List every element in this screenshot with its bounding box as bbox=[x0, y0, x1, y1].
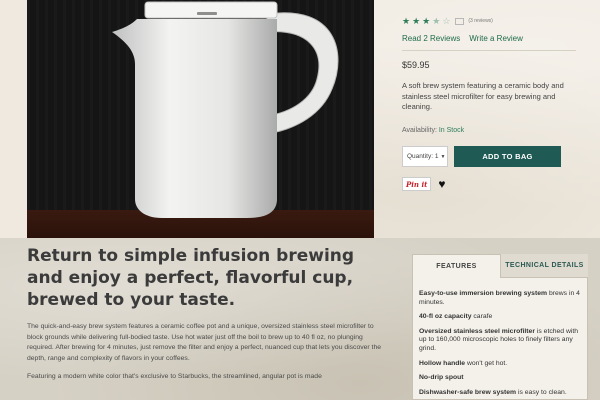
empty-star-icon: ☆ bbox=[442, 15, 451, 26]
heart-icon[interactable]: ♥ bbox=[438, 178, 445, 190]
feature-item: Dishwasher-safe brew system is easy to c… bbox=[419, 388, 567, 396]
description-body: The quick-and-easy brew system features … bbox=[27, 322, 387, 383]
availability: Availability: In Stock bbox=[402, 127, 576, 134]
tab-technical-details[interactable]: TECHNICAL DETAILS bbox=[501, 254, 588, 278]
coffee-pot-image bbox=[112, 1, 339, 218]
review-bubble-icon bbox=[455, 17, 465, 25]
read-reviews-link[interactable]: Read 2 Reviews bbox=[402, 34, 460, 43]
star-icon: ★ bbox=[412, 15, 421, 26]
product-section: ★ ★ ★ ★ ☆ (3 reviews) Read 2 Reviews Wri… bbox=[0, 0, 600, 238]
price: $59.95 bbox=[402, 60, 430, 70]
quantity-select[interactable]: Quantity: 1 ▼ bbox=[402, 146, 448, 167]
product-description: A soft brew system featuring a ceramic b… bbox=[402, 81, 564, 111]
paragraph: Featuring a modern white color that's ex… bbox=[27, 373, 322, 381]
feature-item: Oversized stainless steel microfilter is… bbox=[419, 327, 579, 352]
star-icon: ★ bbox=[422, 15, 431, 26]
product-photo bbox=[27, 0, 374, 238]
availability-label: Availability: bbox=[402, 126, 437, 134]
rating-stars[interactable]: ★ ★ ★ ★ ☆ (3 reviews) bbox=[402, 14, 576, 28]
paragraph: The quick-and-easy brew system features … bbox=[27, 323, 382, 362]
features-panel: Easy-to-use immersion brewing system bre… bbox=[412, 278, 588, 400]
review-count: (3 reviews) bbox=[468, 18, 493, 24]
feature-tabs: FEATURES TECHNICAL DETAILS Easy-to-use i… bbox=[412, 254, 588, 400]
tab-features[interactable]: FEATURES bbox=[412, 254, 501, 278]
add-to-bag-button[interactable]: ADD TO BAG bbox=[454, 146, 561, 167]
feature-item: 40-fl oz capacity carafe bbox=[419, 313, 493, 321]
divider bbox=[402, 50, 576, 51]
product-info: ★ ★ ★ ★ ☆ (3 reviews) Read 2 Reviews Wri… bbox=[402, 14, 576, 134]
feature-item: No-drip spout bbox=[419, 374, 464, 382]
write-review-link[interactable]: Write a Review bbox=[469, 34, 523, 43]
feature-item: Hollow handle won't get hot. bbox=[419, 359, 508, 367]
pin-label: Pin it bbox=[406, 179, 428, 189]
pinterest-button[interactable]: Pin it bbox=[402, 177, 432, 191]
star-icon: ★ bbox=[402, 15, 411, 26]
availability-status: In Stock bbox=[438, 126, 465, 134]
quantity-label: Quantity: 1 bbox=[407, 153, 439, 160]
feature-item: Easy-to-use immersion brewing system bre… bbox=[419, 290, 580, 306]
half-star-icon: ★ bbox=[432, 15, 441, 26]
headline: Return to simple infusion brewing and en… bbox=[27, 246, 355, 310]
chevron-down-icon: ▼ bbox=[440, 153, 446, 160]
